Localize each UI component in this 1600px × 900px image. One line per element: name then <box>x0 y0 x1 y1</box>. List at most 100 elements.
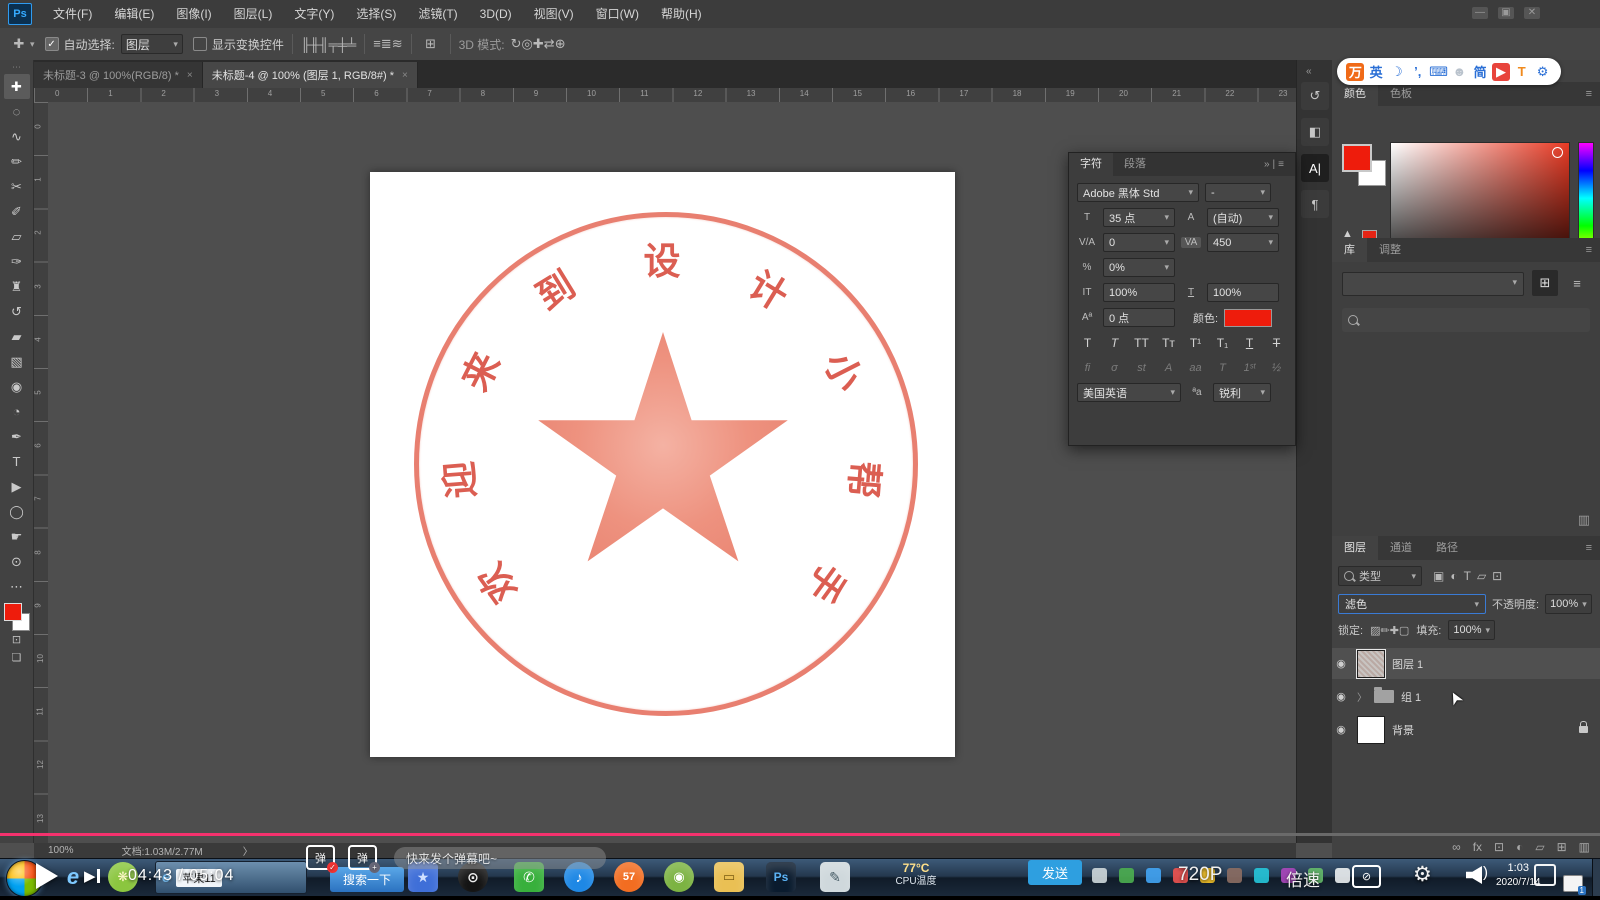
menu-threed[interactable]: 3D(D) <box>469 7 523 21</box>
menu-edit[interactable]: 编辑(E) <box>103 7 165 21</box>
visibility-eye-icon[interactable]: ◉ <box>1332 657 1350 670</box>
language-dropdown[interactable]: 美国英语▾ <box>1077 383 1181 402</box>
tool-preset-arrow[interactable]: ▾ <box>30 39 35 50</box>
align-6-icon[interactable]: ╧ <box>347 37 356 52</box>
tab-color[interactable]: 颜色 <box>1332 82 1378 106</box>
align-3-icon[interactable]: ╢ <box>319 37 328 52</box>
expand-panels-icon[interactable]: « <box>1306 66 1312 77</box>
tray-icon-10[interactable] <box>1335 868 1350 883</box>
align-2-icon[interactable]: ╫ <box>310 37 319 52</box>
panel-collapse-icons[interactable]: »|≡ <box>1264 159 1287 170</box>
align-4-icon[interactable]: ╤ <box>329 37 338 52</box>
tab-adjustments[interactable]: 调整 <box>1367 238 1413 262</box>
toolbar-drag-handle[interactable]: ⋯ <box>12 64 21 74</box>
lock-icon-1[interactable]: ▨ <box>1370 625 1380 637</box>
tray-icon-6[interactable] <box>1227 868 1242 883</box>
color-picker-ring[interactable] <box>1552 147 1563 158</box>
layers-bottom-icon-2[interactable]: fx <box>1473 840 1482 854</box>
search-button[interactable]: 搜索一下 <box>330 867 404 892</box>
grid-view-button[interactable]: ⊞ <box>1532 270 1558 296</box>
blend-mode-dropdown[interactable]: 滤色 ▾ <box>1338 594 1486 614</box>
tab-character[interactable]: 字符 <box>1069 153 1113 176</box>
layer-thumbnail[interactable] <box>1357 716 1385 744</box>
layers-bottom-icon-4[interactable]: ◐ <box>1516 840 1523 854</box>
font-style-dropdown[interactable]: -▾ <box>1205 183 1271 202</box>
group-expand-arrow[interactable]: 〉 <box>1357 689 1367 704</box>
menu-select[interactable]: 选择(S) <box>345 7 407 21</box>
filter-icon-4[interactable]: ▱ <box>1477 569 1486 583</box>
font-size-dropdown[interactable]: 35 点▾ <box>1103 208 1175 227</box>
explorer-taskbar-icon[interactable]: ▭ <box>714 862 744 892</box>
player-settings-gear-icon[interactable]: ⚙ <box>1413 862 1432 887</box>
tray-icon-7[interactable] <box>1254 868 1269 883</box>
layer-thumbnail[interactable] <box>1357 650 1385 678</box>
clone-stamp-tool[interactable]: ♜ <box>4 274 30 299</box>
distribute-2-icon[interactable]: ≣ <box>381 36 392 51</box>
tab-close-icon[interactable]: × <box>187 70 193 81</box>
brush-tool[interactable]: ✑ <box>4 249 30 274</box>
hand-tool[interactable]: ☛ <box>4 524 30 549</box>
filter-icon-1[interactable]: ▣ <box>1433 569 1444 583</box>
user-icon[interactable]: ☻ <box>1450 63 1468 81</box>
threed-mode-4-icon[interactable]: ⇄ <box>544 36 555 51</box>
trash-icon[interactable]: ▥ <box>1578 512 1590 528</box>
layers-bottom-icon-7[interactable]: ▥ <box>1579 840 1590 854</box>
move-tool[interactable]: ✚ <box>4 74 30 99</box>
type-style-8-button[interactable]: T <box>1266 336 1287 350</box>
screen-mode-icon[interactable]: ❏ <box>12 651 22 669</box>
opentype-4-button[interactable]: A <box>1158 362 1179 374</box>
settings-gear-icon[interactable]: ⚙ <box>1534 63 1552 81</box>
healing-brush-tool[interactable]: ▱ <box>4 224 30 249</box>
text-color-swatch[interactable] <box>1224 309 1272 327</box>
eraser-tool[interactable]: ▰ <box>4 324 30 349</box>
marquee-tool[interactable]: ◌ <box>4 99 30 124</box>
panel-foreground-swatch[interactable] <box>1342 144 1372 172</box>
panel-menu-icon[interactable]: ≡ <box>1586 244 1592 256</box>
menu-file[interactable]: 文件(F) <box>42 7 103 21</box>
visibility-eye-icon[interactable]: ◉ <box>1332 723 1350 736</box>
layer-filter-dropdown[interactable]: 类型 ▾ <box>1338 566 1422 586</box>
moon-icon[interactable]: ☽ <box>1388 63 1406 81</box>
app-360-taskbar-icon[interactable]: ◉ <box>664 862 694 892</box>
danmaku-input[interactable]: 快来发个弹幕吧~ <box>394 847 606 869</box>
tab-channels[interactable]: 通道 <box>1378 536 1424 560</box>
blur-tool[interactable]: ◉ <box>4 374 30 399</box>
opentype-1-button[interactable]: fi <box>1077 362 1098 374</box>
tab-paths[interactable]: 路径 <box>1424 536 1470 560</box>
document-canvas[interactable]: 欢迎来到设计小帮手 <box>370 172 955 757</box>
character-panel-icon[interactable]: A| <box>1301 154 1329 182</box>
type-style-2-button[interactable]: T <box>1104 336 1125 350</box>
show-desktop-button[interactable] <box>1592 859 1600 897</box>
type-style-7-button[interactable]: T <box>1239 336 1260 350</box>
tab-paragraph[interactable]: 段落 <box>1113 153 1157 176</box>
opentype-2-button[interactable]: σ <box>1104 362 1125 374</box>
photoshop-taskbar-icon[interactable]: Ps <box>766 862 796 892</box>
align-5-icon[interactable]: ╪ <box>338 37 347 52</box>
zoom-level[interactable]: 100% <box>48 845 74 856</box>
notepad-tray-icon[interactable] <box>1563 875 1583 892</box>
layer-row-layer1[interactable]: ◉ 图层 1 <box>1332 648 1600 679</box>
opentype-6-button[interactable]: T <box>1212 362 1233 374</box>
fill-field[interactable]: 100% ▾ <box>1448 620 1495 640</box>
distribute-3-icon[interactable]: ≋ <box>392 36 403 51</box>
playback-speed-selector[interactable]: 倍速 <box>1286 866 1320 891</box>
layer-name[interactable]: 背景 <box>1392 722 1414 738</box>
opentype-3-button[interactable]: st <box>1131 362 1152 374</box>
simplified-icon[interactable]: 简 <box>1471 63 1489 81</box>
tab-close-icon[interactable]: × <box>402 70 408 81</box>
layers-bottom-icon-6[interactable]: ⊞ <box>1557 840 1567 854</box>
tab-swatches[interactable]: 色板 <box>1378 82 1424 106</box>
layers-bottom-icon-1[interactable]: ∞ <box>1452 840 1461 854</box>
danmaku-block-icon[interactable]: ⊘ <box>1352 865 1381 888</box>
foreground-color-swatch[interactable] <box>4 603 22 621</box>
tab-library[interactable]: 库 <box>1332 238 1367 262</box>
history-brush-tool[interactable]: ↺ <box>4 299 30 324</box>
layer-name[interactable]: 组 1 <box>1401 689 1421 705</box>
wanneng-logo-icon[interactable]: 万 <box>1346 63 1364 81</box>
type-style-4-button[interactable]: Tᴛ <box>1158 336 1179 350</box>
align-1-icon[interactable]: ╟ <box>301 37 310 52</box>
distribute-1-icon[interactable]: ≡ <box>373 36 381 51</box>
list-view-button[interactable]: ≡ <box>1564 270 1590 296</box>
threed-mode-5-icon[interactable]: ⊕ <box>555 36 566 51</box>
menu-window[interactable]: 窗口(W) <box>585 7 650 21</box>
